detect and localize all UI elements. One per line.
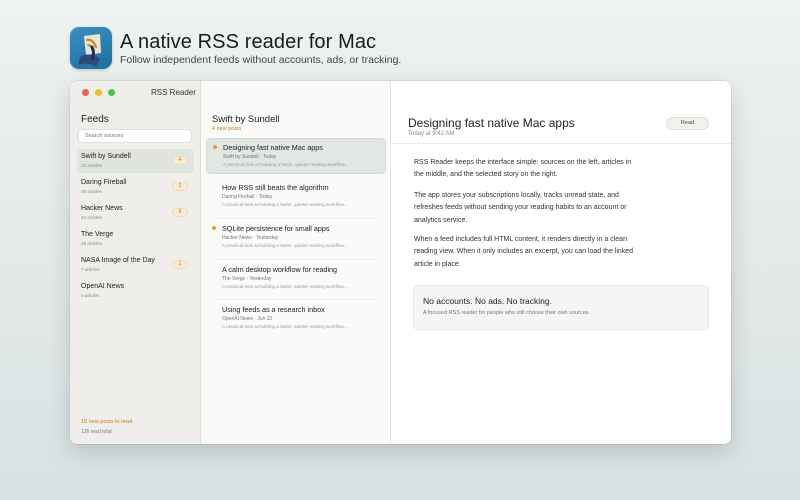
sidebar-item-openai-news[interactable]: OpenAI News 6 articles — [77, 279, 194, 303]
article-meta: The Verge · Yesterday — [222, 276, 272, 282]
zoom-window-button[interactable] — [108, 88, 115, 96]
article-paragraph: When a feed includes full HTML content, … — [414, 236, 634, 268]
article-heading: Designing fast native Mac apps — [408, 116, 575, 130]
article-list: Swift by Sundell 4 new posts Designing f… — [201, 81, 391, 444]
article-meta: Hacker News · Yesterday — [222, 235, 279, 241]
feed-name: Daring Fireball — [81, 179, 127, 186]
unread-dot-icon — [213, 145, 217, 149]
app-icon — [70, 27, 112, 69]
close-window-button[interactable] — [82, 88, 89, 96]
read-button[interactable]: Read — [666, 117, 709, 130]
read-total-summary: 126 read total — [81, 429, 112, 435]
feed-article-count: 42 articles — [81, 215, 102, 220]
window-controls — [82, 88, 115, 96]
minimize-window-button[interactable] — [95, 88, 102, 96]
new-posts-summary: 16 new posts to read — [81, 419, 133, 425]
feed-article-count: 6 articles — [81, 293, 100, 298]
article-item[interactable]: Designing fast native Mac apps Swift by … — [206, 138, 386, 174]
feed-name: OpenAI News — [81, 283, 125, 290]
list-title: Swift by Sundell — [212, 114, 280, 125]
article-excerpt: A practical look at building a faster, q… — [223, 162, 349, 167]
callout-subtitle: A focused RSS reader for people who stil… — [423, 310, 590, 316]
sidebar: Feeds Swift by Sundell 12 articles 4 Dar… — [70, 81, 201, 444]
unread-badge: 8 — [172, 208, 188, 217]
article-meta: Daring Fireball · Today — [222, 194, 273, 200]
feed-name: Swift by Sundell — [81, 153, 131, 160]
article-paragraph: RSS Reader keeps the interface simple: s… — [414, 159, 632, 179]
article-title: How RSS still beats the algorithm — [222, 183, 329, 192]
article-item[interactable]: A calm desktop workflow for reading The … — [206, 261, 386, 297]
article-excerpt: A practical look at building a faster, q… — [222, 202, 348, 207]
feed-article-count: 12 articles — [81, 163, 102, 168]
callout-title: No accounts. No ads. No tracking. — [423, 296, 552, 306]
privacy-callout: No accounts. No ads. No tracking. A focu… — [413, 285, 709, 330]
sidebar-item-daring-fireball[interactable]: Daring Fireball 28 articles 2 — [77, 175, 194, 199]
article-title: Designing fast native Mac apps — [223, 143, 323, 152]
article-date: Today at 9:42 AM — [408, 131, 455, 137]
unread-dot-icon — [212, 226, 216, 230]
app-window: Feeds Swift by Sundell 12 articles 4 Dar… — [70, 81, 731, 444]
hero-title: A native RSS reader for Mac — [120, 31, 377, 53]
unread-badge: 2 — [172, 182, 188, 191]
search-input[interactable] — [78, 129, 192, 143]
article-excerpt: A practical look at building a faster, q… — [222, 324, 348, 329]
article-excerpt: A practical look at building a faster, q… — [222, 243, 348, 248]
article-item[interactable]: Using feeds as a research inbox OpenAI N… — [206, 301, 386, 337]
feed-article-count: 28 articles — [81, 189, 102, 194]
article-item[interactable]: SQLite persistence for small apps Hacker… — [206, 220, 386, 256]
sidebar-item-hacker-news[interactable]: Hacker News 42 articles 8 — [77, 201, 194, 225]
article-title: A calm desktop workflow for reading — [222, 265, 338, 274]
divider — [391, 143, 731, 144]
hero-subtitle: Follow independent feeds without account… — [120, 54, 402, 66]
unread-badge: 1 — [172, 260, 188, 269]
unread-badge: 4 — [172, 156, 188, 165]
article-title: Using feeds as a research inbox — [222, 305, 325, 314]
reader-pane: Designing fast native Mac apps Today at … — [391, 81, 731, 444]
feed-name: NASA Image of the Day — [81, 257, 155, 264]
feed-article-count: 18 articles — [81, 241, 102, 246]
article-paragraph: The app stores your subscriptions locall… — [414, 192, 627, 224]
feed-name: Hacker News — [81, 205, 123, 212]
divider — [217, 218, 377, 219]
article-meta: Swift by Sundell · Today — [223, 154, 277, 160]
divider — [217, 259, 377, 260]
sidebar-item-the-verge[interactable]: The Verge 18 articles — [77, 227, 194, 251]
list-subtitle: 4 new posts — [212, 126, 242, 132]
feed-article-count: 7 articles — [81, 267, 100, 272]
article-item[interactable]: How RSS still beats the algorithm Daring… — [206, 179, 386, 215]
sidebar-header: Feeds — [81, 114, 109, 125]
article-title: SQLite persistence for small apps — [222, 224, 330, 233]
article-meta: OpenAI News · Jun 22 — [222, 316, 273, 322]
sidebar-item-swift-by-sundell[interactable]: Swift by Sundell 12 articles 4 — [77, 149, 194, 173]
feed-name: The Verge — [81, 231, 114, 238]
hero: A native RSS reader for Mac Follow indep… — [70, 27, 401, 69]
window-title: RSS Reader — [151, 87, 196, 97]
article-excerpt: A practical look at building a faster, q… — [222, 284, 348, 289]
divider — [217, 299, 377, 300]
sidebar-item-nasa-image-of-the-day[interactable]: NASA Image of the Day 7 articles 1 — [77, 253, 194, 277]
